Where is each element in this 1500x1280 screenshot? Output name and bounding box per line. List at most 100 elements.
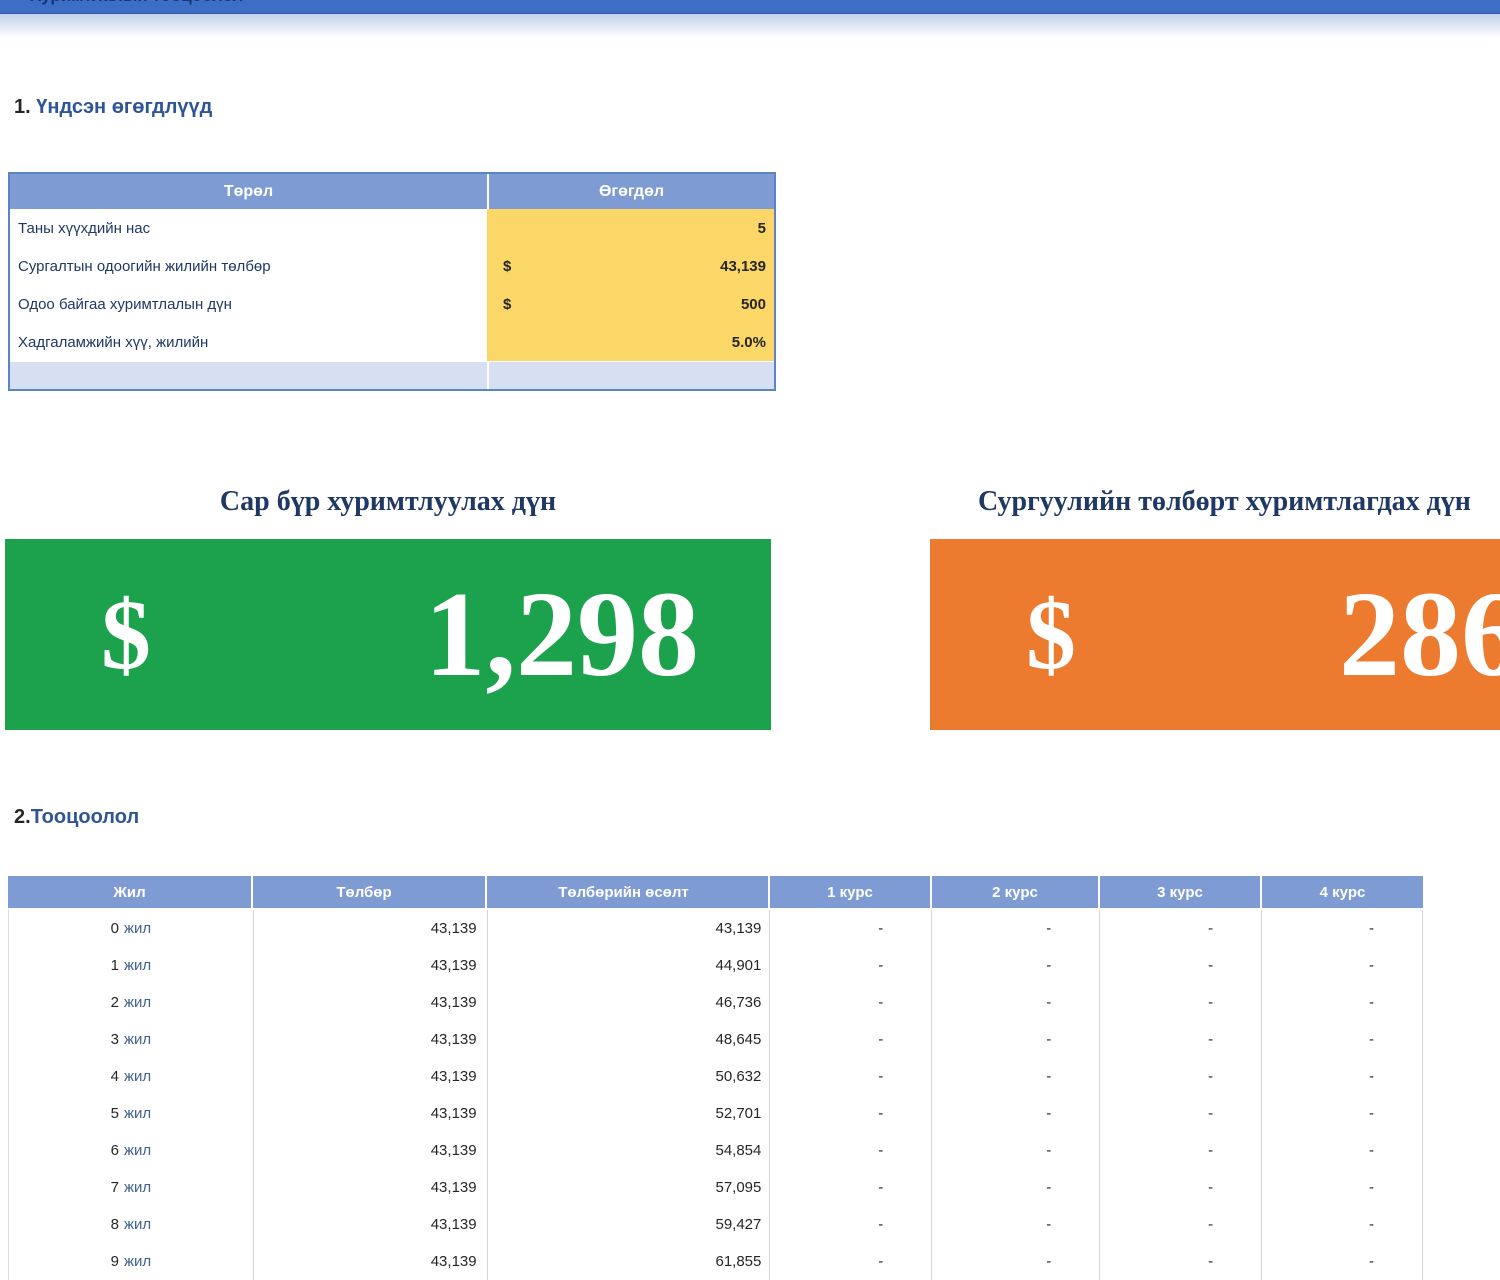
calc-table-row: 3жил43,13948,645---- — [9, 1021, 1423, 1058]
calc-year-cell[interactable]: 9жил — [9, 1243, 254, 1280]
calc-course4-cell[interactable]: - — [1262, 1169, 1423, 1206]
calc-course4-cell[interactable]: - — [1262, 1243, 1423, 1280]
calc-table: ЖилТөлбөрТөлбөрийн өсөлт1 курс2 курс3 ку… — [8, 876, 1423, 1280]
calc-header-2[interactable]: Төлбөр — [253, 876, 487, 908]
input-row-value-cell[interactable]: 5 — [487, 209, 774, 247]
input-row-value-cell[interactable]: 5.0% — [487, 323, 774, 361]
calc-fee-cell[interactable]: 43,139 — [254, 1021, 488, 1058]
calc-course3-cell[interactable]: - — [1100, 910, 1262, 947]
calc-course1-cell[interactable]: - — [770, 1206, 932, 1243]
calc-course3-cell[interactable]: - — [1100, 984, 1262, 1021]
calc-year-cell[interactable]: 5жил — [9, 1095, 254, 1132]
calc-course1-cell[interactable]: - — [770, 984, 932, 1021]
calc-course2-cell[interactable]: - — [932, 1132, 1100, 1169]
calc-header-7[interactable]: 4 курс — [1262, 876, 1423, 908]
calc-course4-cell[interactable]: - — [1262, 1021, 1423, 1058]
calc-course4-cell[interactable]: - — [1262, 910, 1423, 947]
calc-fee-cell[interactable]: 43,139 — [254, 1169, 488, 1206]
input-footer-cell-left[interactable] — [10, 362, 489, 389]
calc-growth-cell[interactable]: 57,095 — [488, 1169, 771, 1206]
calc-year-number: 9 — [111, 1253, 119, 1270]
calc-table-row: 4жил43,13950,632---- — [9, 1058, 1423, 1095]
calc-year-cell[interactable]: 3жил — [9, 1021, 254, 1058]
calc-course4-cell[interactable]: - — [1262, 947, 1423, 984]
calc-course1-cell[interactable]: - — [770, 1058, 932, 1095]
calc-course3-cell[interactable]: - — [1100, 1206, 1262, 1243]
input-header-data[interactable]: Өгөгдөл — [489, 174, 774, 209]
calc-growth-cell[interactable]: 48,645 — [488, 1021, 771, 1058]
calc-header-4[interactable]: 1 курс — [770, 876, 932, 908]
calc-course4-cell[interactable]: - — [1262, 1058, 1423, 1095]
calc-growth-cell[interactable]: 59,427 — [488, 1206, 771, 1243]
calc-course2-cell[interactable]: - — [932, 1169, 1100, 1206]
calc-fee-cell[interactable]: 43,139 — [254, 1132, 488, 1169]
calc-course2-cell[interactable]: - — [932, 984, 1100, 1021]
calc-growth-cell[interactable]: 46,736 — [488, 984, 771, 1021]
calc-fee-cell[interactable]: 43,139 — [254, 1206, 488, 1243]
calc-course2-cell[interactable]: - — [932, 1058, 1100, 1095]
input-table-row: Сургалтын одоогийн жилийн төлбөр$43,139 — [10, 247, 774, 285]
calc-course2-cell[interactable]: - — [932, 1021, 1100, 1058]
calc-fee-cell[interactable]: 43,139 — [254, 947, 488, 984]
calc-course1-cell[interactable]: - — [770, 910, 932, 947]
calc-course3-cell[interactable]: - — [1100, 1243, 1262, 1280]
calc-fee-cell[interactable]: 43,139 — [254, 1095, 488, 1132]
calc-header-1[interactable]: Жил — [8, 876, 253, 908]
calc-table-row: 2жил43,13946,736---- — [9, 984, 1423, 1021]
calc-fee-cell[interactable]: 43,139 — [254, 910, 488, 947]
calc-course3-cell[interactable]: - — [1100, 1132, 1262, 1169]
calc-fee-cell[interactable]: 43,139 — [254, 984, 488, 1021]
calc-year-number: 7 — [111, 1179, 119, 1196]
calc-course2-cell[interactable]: - — [932, 1095, 1100, 1132]
input-row-label[interactable]: Хадгаламжийн хүү, жилийн — [10, 323, 487, 361]
input-row-label[interactable]: Таны хүүхдийн нас — [10, 209, 487, 247]
calc-year-cell[interactable]: 8жил — [9, 1206, 254, 1243]
calc-course2-cell[interactable]: - — [932, 1243, 1100, 1280]
calc-year-cell[interactable]: 1жил — [9, 947, 254, 984]
calc-course2-cell[interactable]: - — [932, 1206, 1100, 1243]
calc-year-cell[interactable]: 4жил — [9, 1058, 254, 1095]
calc-course1-cell[interactable]: - — [770, 1169, 932, 1206]
calc-header-5[interactable]: 2 курс — [932, 876, 1100, 908]
calc-fee-cell[interactable]: 43,139 — [254, 1058, 488, 1095]
calc-header-3[interactable]: Төлбөрийн өсөлт — [487, 876, 770, 908]
calc-course3-cell[interactable]: - — [1100, 1021, 1262, 1058]
monthly-savings-banner[interactable]: $ 1,298 — [5, 539, 771, 730]
calc-course2-cell[interactable]: - — [932, 947, 1100, 984]
calc-course3-cell[interactable]: - — [1100, 1095, 1262, 1132]
calc-course3-cell[interactable]: - — [1100, 1169, 1262, 1206]
calc-course1-cell[interactable]: - — [770, 1243, 932, 1280]
calc-course1-cell[interactable]: - — [770, 1021, 932, 1058]
input-row-label[interactable]: Одоо байгаа хуримтлалын дүн — [10, 285, 487, 323]
calc-course4-cell[interactable]: - — [1262, 1206, 1423, 1243]
calc-growth-cell[interactable]: 61,855 — [488, 1243, 771, 1280]
input-header-type[interactable]: Төрөл — [10, 174, 487, 209]
calc-year-suffix: жил — [124, 1179, 151, 1196]
calc-growth-cell[interactable]: 50,632 — [488, 1058, 771, 1095]
calc-year-cell[interactable]: 2жил — [9, 984, 254, 1021]
calc-table-row: 0жил43,13943,139---- — [9, 910, 1423, 947]
calc-course2-cell[interactable]: - — [932, 910, 1100, 947]
calc-course3-cell[interactable]: - — [1100, 1058, 1262, 1095]
calc-course1-cell[interactable]: - — [770, 1095, 932, 1132]
calc-year-cell[interactable]: 7 жил — [9, 1169, 254, 1206]
calc-course1-cell[interactable]: - — [770, 947, 932, 984]
calc-growth-cell[interactable]: 44,901 — [488, 947, 771, 984]
calc-growth-cell[interactable]: 43,139 — [488, 910, 771, 947]
input-row-value-cell[interactable]: $500 — [487, 285, 774, 323]
calc-year-cell[interactable]: 0жил — [9, 910, 254, 947]
calc-year-cell[interactable]: 6жил — [9, 1132, 254, 1169]
input-footer-cell-right[interactable] — [489, 362, 774, 389]
calc-course1-cell[interactable]: - — [770, 1132, 932, 1169]
calc-course4-cell[interactable]: - — [1262, 1132, 1423, 1169]
calc-growth-cell[interactable]: 52,701 — [488, 1095, 771, 1132]
tuition-accumulated-banner[interactable]: $ 286 — [930, 539, 1500, 730]
calc-header-6[interactable]: 3 курс — [1100, 876, 1262, 908]
calc-course3-cell[interactable]: - — [1100, 947, 1262, 984]
calc-fee-cell[interactable]: 43,139 — [254, 1243, 488, 1280]
calc-course4-cell[interactable]: - — [1262, 1095, 1423, 1132]
calc-course4-cell[interactable]: - — [1262, 984, 1423, 1021]
calc-growth-cell[interactable]: 54,854 — [488, 1132, 771, 1169]
input-row-value-cell[interactable]: $43,139 — [487, 247, 774, 285]
input-row-label[interactable]: Сургалтын одоогийн жилийн төлбөр — [10, 247, 487, 285]
